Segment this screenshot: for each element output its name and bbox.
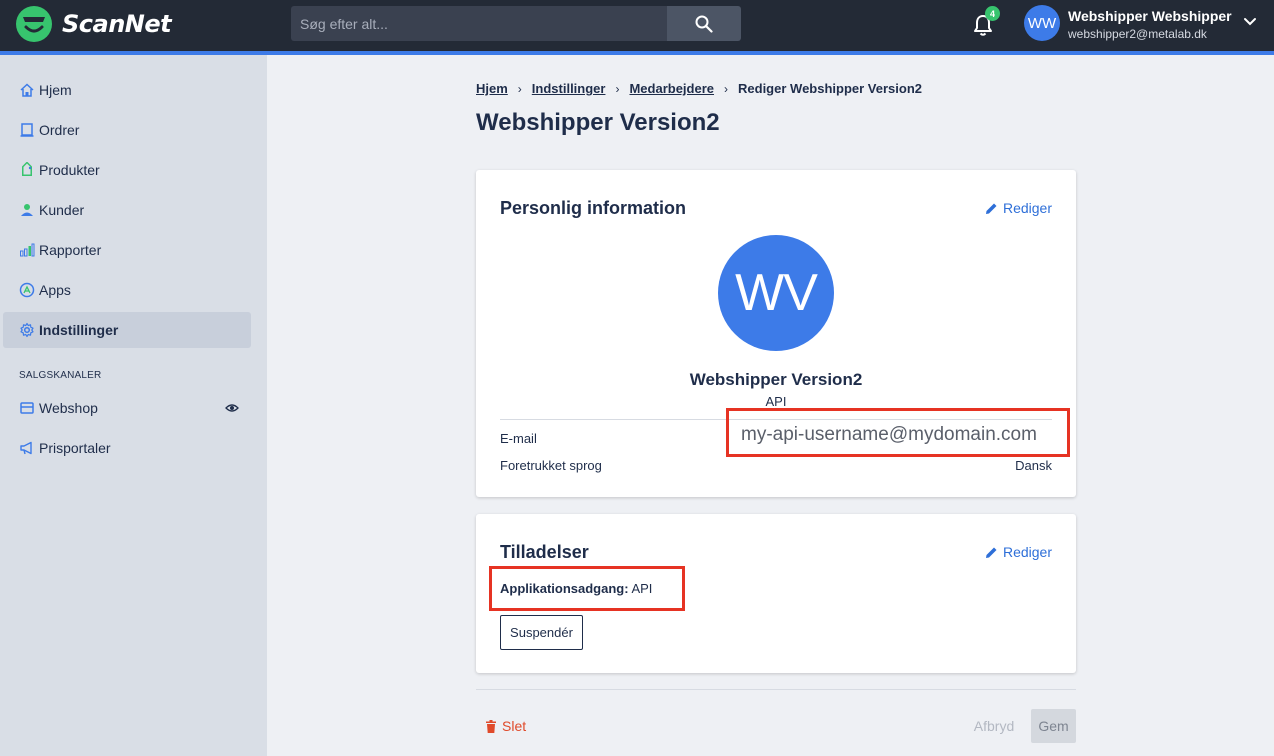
access-value: API	[631, 581, 653, 596]
profile-role: API	[765, 394, 787, 409]
user-name[interactable]: Webshipper Webshipper	[1068, 8, 1232, 24]
profile-name: Webshipper Version2	[689, 370, 863, 389]
language-label: Foretrukket sprog	[500, 458, 602, 473]
sidebar-item-ordrer[interactable]: Ordrer	[3, 112, 251, 148]
suspend-button[interactable]: Suspendér	[500, 615, 583, 650]
search-button[interactable]	[667, 6, 741, 41]
sidebar-item-rapporter[interactable]: Rapporter	[3, 232, 251, 268]
apps-icon	[19, 282, 35, 298]
edit-permissions-button[interactable]: Rediger	[985, 544, 1052, 560]
breadcrumb-link-hjem[interactable]: Hjem	[476, 81, 508, 96]
delete-label: Slet	[502, 718, 527, 734]
breadcrumb-link-indstillinger[interactable]: Indstillinger	[532, 81, 606, 96]
cancel-button[interactable]: Afbryd	[964, 710, 1024, 742]
sidebar-item-label: Indstillinger	[39, 322, 119, 338]
pencil-icon	[985, 203, 997, 214]
search-icon	[695, 15, 713, 33]
sidebar-item-hjem[interactable]: Hjem	[3, 72, 251, 108]
page-title: Webshipper Version2	[476, 109, 720, 136]
breadcrumb-current: Rediger Webshipper Version2	[738, 81, 922, 96]
top-bar: ScanNet 4 WW Webshipper Webshipper websh…	[0, 0, 1274, 51]
save-button[interactable]: Gem	[1031, 709, 1076, 743]
eye-icon[interactable]	[225, 401, 239, 415]
sidebar-item-label: Rapporter	[39, 242, 102, 258]
delete-button[interactable]: Slet	[485, 718, 526, 734]
logo[interactable]: ScanNet	[16, 6, 172, 42]
user-email: webshipper2@metalab.dk	[1068, 27, 1207, 41]
sidebar-item-label: Prisportaler	[39, 440, 111, 456]
sidebar-item-produkter[interactable]: Produkter	[3, 152, 251, 188]
bar-chart-icon	[20, 243, 35, 257]
user-avatar[interactable]: WW	[1024, 5, 1060, 41]
sidebar-item-label: Apps	[39, 282, 71, 298]
edit-personal-button[interactable]: Rediger	[985, 200, 1052, 216]
chevron-right-icon: ›	[724, 81, 729, 96]
search-bar	[291, 6, 741, 41]
pencil-icon	[985, 547, 997, 558]
orders-icon	[20, 123, 34, 137]
application-access: Applikationsadgang: API	[500, 581, 652, 596]
sidebar-item-label: Hjem	[39, 82, 72, 98]
sidebar: Hjem Ordrer Produkter Kunder Rapporter A…	[0, 55, 267, 756]
permissions-card: Tilladelser Rediger Applikationsadgang: …	[476, 514, 1076, 673]
email-label: E-mail	[500, 431, 537, 446]
brand-name: ScanNet	[62, 10, 172, 38]
sidebar-item-apps[interactable]: Apps	[3, 272, 251, 308]
profile-avatar: WV	[718, 235, 834, 351]
access-label: Applikationsadgang:	[500, 581, 629, 596]
breadcrumb-link-medarbejdere[interactable]: Medarbejdere	[629, 81, 714, 96]
personal-info-card: Personlig information Rediger WV Webship…	[476, 170, 1076, 497]
chevron-right-icon: ›	[615, 81, 620, 96]
sidebar-item-indstillinger[interactable]: Indstillinger	[3, 312, 251, 348]
sidebar-item-label: Kunder	[39, 202, 85, 218]
chevron-down-icon[interactable]	[1243, 17, 1257, 27]
megaphone-icon	[20, 441, 32, 455]
notification-badge: 4	[985, 6, 1000, 21]
edit-label: Rediger	[1002, 200, 1052, 216]
trash-icon	[486, 719, 496, 733]
email-value: my-api-username@mydomain.com	[741, 424, 1037, 445]
breadcrumb: Hjem › Indstillinger › Medarbejdere › Re…	[476, 81, 922, 96]
card-title: Tilladelser	[500, 542, 589, 562]
card-title: Personlig information	[500, 198, 687, 218]
sidebar-item-kunder[interactable]: Kunder	[3, 192, 251, 228]
search-input[interactable]	[291, 6, 667, 41]
sidebar-section-title: SALGSKANALER	[19, 370, 102, 381]
scannet-logo-icon	[16, 6, 52, 42]
sidebar-item-prisportaler[interactable]: Prisportaler	[3, 430, 251, 466]
footer-divider	[476, 689, 1076, 690]
user-icon	[21, 204, 33, 216]
store-icon	[20, 402, 34, 414]
sidebar-item-label: Ordrer	[39, 122, 80, 138]
edit-label: Rediger	[1002, 544, 1052, 560]
chevron-right-icon: ›	[517, 81, 522, 96]
gear-icon	[20, 322, 34, 338]
language-value: Dansk	[1015, 458, 1052, 473]
home-icon	[20, 83, 34, 97]
sidebar-item-label: Produkter	[39, 162, 100, 178]
sidebar-item-webshop[interactable]: Webshop	[3, 390, 251, 426]
tag-icon	[22, 162, 32, 176]
sidebar-item-label: Webshop	[39, 400, 98, 416]
